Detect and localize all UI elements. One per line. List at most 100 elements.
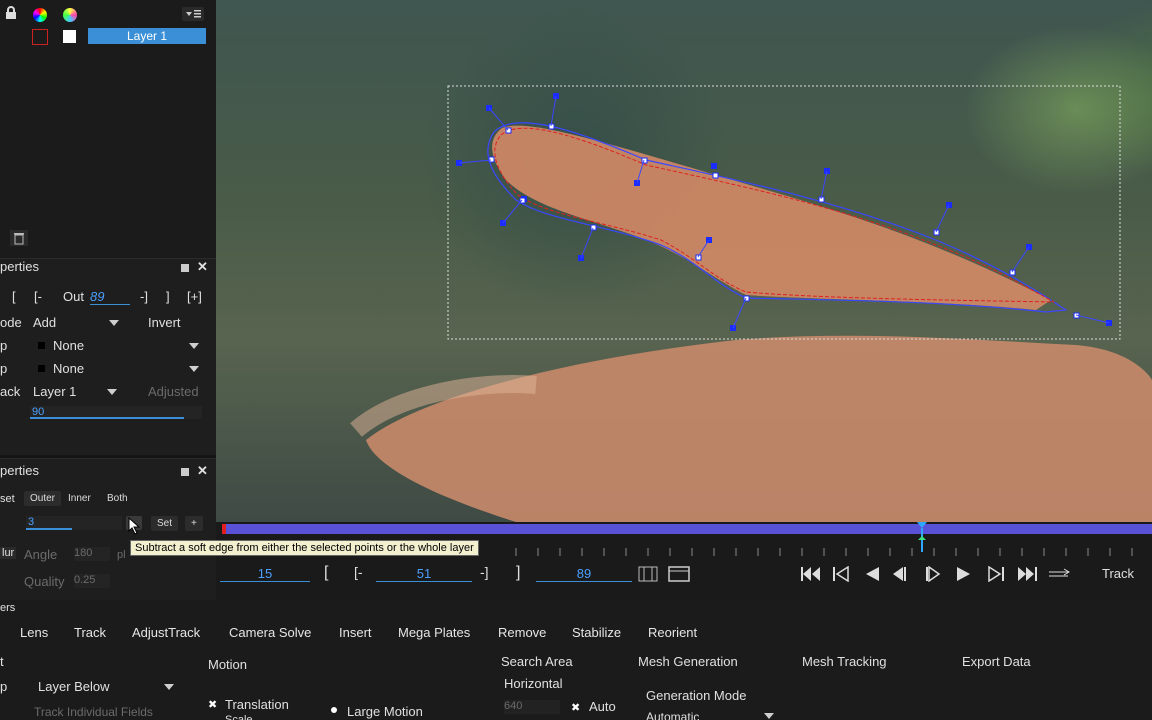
horizontal-input[interactable]: 640	[504, 700, 560, 714]
add-edge-button[interactable]: +	[185, 516, 203, 531]
row3-select-value: None	[53, 338, 85, 353]
adjusted-toggle[interactable]: Adjusted	[148, 384, 199, 399]
mode-select[interactable]: Add	[33, 315, 119, 330]
set-in-button[interactable]: [	[324, 564, 328, 582]
hand-palm	[366, 335, 1152, 522]
timeline-range-bar[interactable]	[222, 524, 1152, 534]
out-frame-input[interactable]: 89	[536, 566, 632, 582]
out-frame-input[interactable]: 89	[90, 289, 130, 305]
generation-mode-value: Automatic	[646, 710, 700, 720]
trash-icon[interactable]	[10, 230, 28, 246]
fit-timeline-icon[interactable]	[638, 566, 658, 582]
viewer-canvas[interactable]	[216, 0, 1152, 522]
edge-mode-inner[interactable]: Inner	[62, 491, 97, 506]
search-area-heading: Search Area	[501, 654, 573, 669]
go-out-button[interactable]: -]	[480, 564, 489, 580]
track-individual-fields-checkbox[interactable]: Track Individual Fields	[34, 705, 153, 719]
viewer-image	[350, 85, 1152, 522]
tooltip: Subtract a soft edge from either the sel…	[130, 540, 479, 556]
layer-visibility-toggle[interactable]	[63, 30, 76, 43]
auto-checkbox-icon[interactable]: ✖	[571, 701, 580, 714]
play-backward-icon[interactable]	[864, 566, 880, 585]
tab-camera-solve[interactable]: Camera Solve	[229, 625, 311, 640]
edge-mode-both[interactable]: Both	[101, 491, 134, 506]
mesh-generation-heading: Mesh Generation	[638, 654, 738, 669]
menu-dropdown-icon[interactable]	[182, 7, 204, 21]
in-frame-input[interactable]: 15	[220, 566, 310, 582]
track-layer-value: Layer 1	[33, 384, 77, 399]
in-dash-button[interactable]: [-	[34, 289, 42, 304]
generation-mode-label: Generation Mode	[646, 688, 747, 703]
layer-row-label: p	[0, 679, 8, 694]
tab-track[interactable]: Track	[74, 625, 106, 640]
export-data-heading: Export Data	[962, 654, 1031, 669]
tab-stabilize[interactable]: Stabilize	[572, 625, 621, 640]
auto-label: Auto	[589, 699, 616, 714]
tab-adjusttrack[interactable]: AdjustTrack	[132, 625, 200, 640]
track-label: ack	[0, 384, 21, 399]
panel-title: perties	[0, 463, 40, 478]
angle-input[interactable]: 180	[74, 547, 110, 561]
pin-icon[interactable]	[180, 465, 190, 476]
row4-select[interactable]: None	[53, 361, 199, 376]
chevron-down-icon	[189, 343, 199, 349]
invert-button[interactable]: Invert	[148, 315, 181, 330]
tab-remove[interactable]: Remove	[498, 625, 546, 640]
pin-icon[interactable]	[180, 261, 190, 272]
close-icon[interactable]: ✕	[197, 463, 208, 479]
opacity-fill	[30, 417, 184, 419]
layers-panel: Layer 1	[0, 0, 216, 258]
tab-lens[interactable]: Lens	[20, 625, 48, 640]
track-mode-label[interactable]: Track	[1102, 566, 1134, 581]
loop-icon[interactable]	[1048, 568, 1070, 583]
tab-reorient[interactable]: Reorient	[648, 625, 697, 640]
edge-width-slider[interactable]: 3	[26, 516, 122, 530]
row3-select[interactable]: None	[53, 338, 199, 353]
step-forward-icon[interactable]	[924, 565, 942, 585]
layer-below-select[interactable]: Layer Below	[38, 679, 174, 694]
set-button[interactable]: Set	[151, 516, 179, 531]
current-frame-input[interactable]: 51	[376, 566, 472, 582]
in-bracket-button[interactable]: [	[12, 289, 16, 304]
out-dash-button[interactable]: -]	[140, 289, 148, 304]
quality-input[interactable]: 0.25	[74, 574, 110, 588]
set-out-button[interactable]: ]	[516, 564, 520, 582]
close-icon[interactable]: ✕	[197, 259, 208, 275]
tab-mega-plates[interactable]: Mega Plates	[398, 625, 470, 640]
row3-label: p	[0, 338, 8, 353]
timeline-zoom-icon[interactable]	[668, 566, 690, 582]
pl-label: pl	[117, 549, 126, 561]
playhead-icon[interactable]	[917, 522, 927, 552]
left-field-label: t	[0, 654, 4, 669]
go-key-forward-icon[interactable]	[986, 565, 1006, 585]
generation-mode-select[interactable]: Automatic	[646, 710, 774, 720]
track-layer-select[interactable]: Layer 1	[33, 384, 117, 399]
lock-icon[interactable]	[4, 6, 18, 20]
large-motion-radio[interactable]	[331, 707, 337, 713]
edge-mode-outer[interactable]: Outer	[24, 491, 62, 506]
swatch-icon	[38, 342, 45, 349]
chevron-down-icon	[107, 389, 117, 395]
go-key-back-icon[interactable]	[832, 565, 852, 585]
angle-label: Angle	[24, 547, 58, 562]
expand-button[interactable]: [+]	[187, 289, 202, 304]
layer-row-layer-1[interactable]: Layer 1	[88, 28, 206, 44]
go-in-button[interactable]: [-	[354, 564, 363, 580]
tab-insert[interactable]: Insert	[339, 625, 372, 640]
layer-properties-panel: perties ✕ [ [- Out 89 -] ] [+] ode Add I…	[0, 258, 216, 455]
play-forward-icon[interactable]	[956, 566, 972, 585]
mode-select-value: Add	[33, 315, 57, 330]
in-marker[interactable]	[222, 524, 226, 534]
out-bracket-button[interactable]: ]	[166, 289, 170, 304]
translation-checkbox-icon[interactable]: ✖	[208, 698, 217, 711]
step-back-icon[interactable]	[890, 566, 908, 585]
scale-label: Scale	[225, 714, 253, 720]
edge-properties-panel: perties ✕ set Outer Inner Both 3 Set + l…	[0, 458, 216, 601]
go-end-icon[interactable]	[1016, 566, 1038, 585]
opacity-slider[interactable]: 90	[30, 406, 202, 419]
go-start-icon[interactable]	[800, 566, 822, 585]
color-wheel-icon[interactable]	[33, 8, 47, 22]
color-palette-icon[interactable]	[63, 8, 77, 22]
layer-color-swatch[interactable]	[32, 29, 48, 45]
horizontal-label: Horizontal	[504, 676, 563, 691]
